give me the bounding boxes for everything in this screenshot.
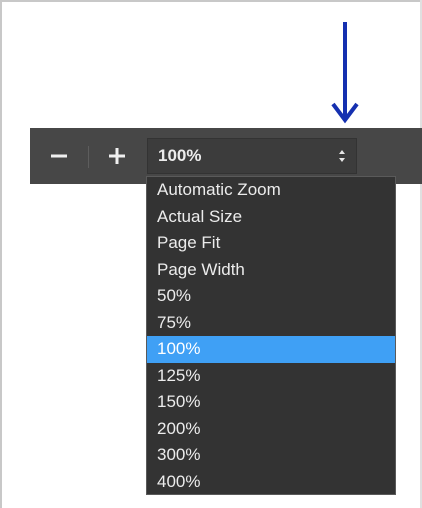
zoom-option-automatic-zoom[interactable]: Automatic Zoom [147, 177, 395, 204]
zoom-option-50[interactable]: 50% [147, 283, 395, 310]
select-updown-icon [339, 150, 345, 162]
zoom-option-page-width[interactable]: Page Width [147, 257, 395, 284]
zoom-option-actual-size[interactable]: Actual Size [147, 204, 395, 231]
zoom-dropdown-list: Automatic Zoom Actual Size Page Fit Page… [146, 176, 396, 495]
zoom-option-200[interactable]: 200% [147, 416, 395, 443]
zoom-option-page-fit[interactable]: Page Fit [147, 230, 395, 257]
zoom-option-75[interactable]: 75% [147, 310, 395, 337]
window-border-top [0, 0, 422, 2]
zoom-option-300[interactable]: 300% [147, 442, 395, 469]
zoom-out-button[interactable] [44, 128, 74, 184]
plus-icon [109, 148, 125, 164]
zoom-select[interactable]: 100% [147, 138, 357, 174]
zoom-select-value: 100% [158, 146, 202, 165]
zoom-option-125[interactable]: 125% [147, 363, 395, 390]
zoom-option-100[interactable]: 100% [147, 336, 395, 363]
toolbar-separator [88, 146, 89, 168]
zoom-option-400[interactable]: 400% [147, 469, 395, 496]
zoom-option-150[interactable]: 150% [147, 389, 395, 416]
zoom-in-button[interactable] [102, 128, 132, 184]
minus-icon [51, 154, 67, 158]
window-border-left [0, 0, 2, 508]
down-arrow-icon [331, 22, 359, 124]
